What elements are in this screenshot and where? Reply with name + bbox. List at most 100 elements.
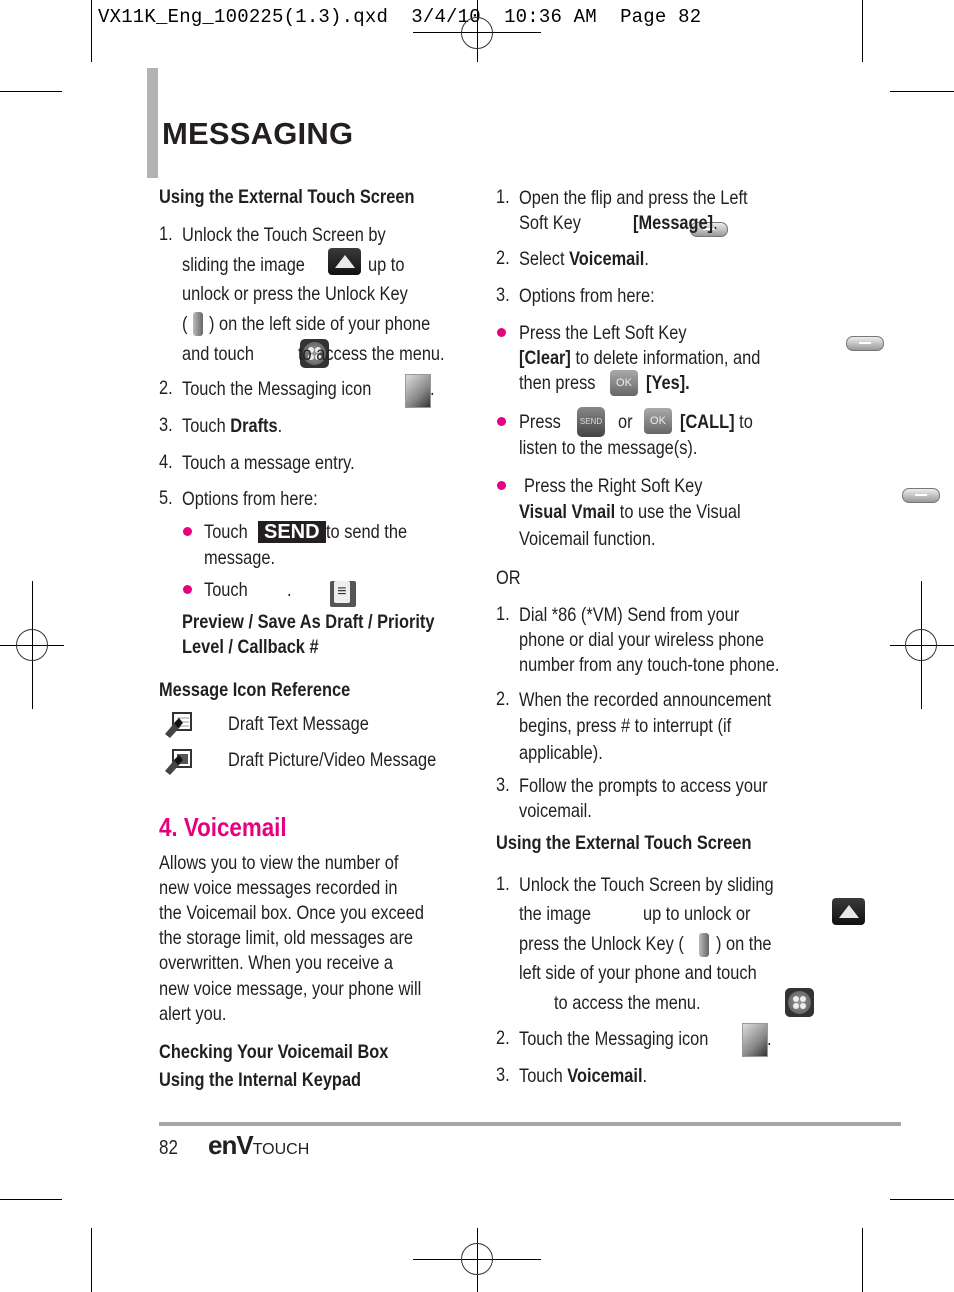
print-slug: VX11K_Eng_100225(1.3).qxd 3/4/10 10:36 A… [98,6,702,28]
registration-circle [16,629,48,661]
drafts-label: Drafts [230,415,278,437]
bullet-dot [497,328,506,337]
crop-mark [890,91,954,92]
call-label: [CALL] [680,411,735,433]
step-text: phone or dial your wireless phone [519,629,764,651]
message-label: [Message] [633,212,714,234]
step-number: 1. [496,603,510,625]
icon-ref-label: Draft Text Message [228,713,369,735]
step-text: [Message]. [633,211,718,236]
bullet-text: [CALL] to [680,410,753,435]
description-line: overwritten. When you receive a [159,952,393,974]
step-text: to access the menu. [554,992,701,1014]
step-text: number from any touch-tone phone. [519,654,780,676]
bullet-text-plain: to [734,411,753,433]
draft-text-message-icon [165,712,192,738]
punctuation: . [642,1065,648,1087]
send-softkey-label: SEND [258,521,326,543]
step-number: 2. [496,247,510,269]
step-text: Soft Key [519,212,581,234]
bullet-text: Press the Right Soft Key [524,475,703,497]
options-icon [329,580,356,607]
step-text: Unlock the Touch Screen by sliding [519,874,774,896]
footer-rule [159,1122,901,1126]
section-heading: Message Icon Reference [159,679,351,701]
step-text: Touch Voicemail. [519,1064,647,1089]
step-text: unlock or press the Unlock Key [182,283,408,305]
section-heading: Checking Your Voicemail Box [159,1041,389,1063]
crop-mark [0,1199,62,1200]
unlock-slide-icon [328,248,361,275]
clear-label: [Clear] [519,347,571,369]
step-number: 2. [159,377,173,399]
bullet-text: to send the [326,521,408,543]
menu-icon [785,988,815,1017]
step-text: press the Unlock Key ( [519,933,684,955]
options-list: Level / Callback # [182,636,319,658]
crop-mark [890,1199,954,1200]
description-line: the Voicemail box. Once you exceed [159,902,424,924]
send-key-icon: SEND [577,407,605,437]
step-text: ) on the [716,933,772,955]
or-label: OR [496,567,521,589]
left-soft-key-icon [845,336,884,351]
step-text: sliding the image [182,254,305,276]
punctuation: . [277,415,283,437]
step-text: up to [368,254,405,276]
messaging-icon [405,374,431,408]
step-text: ( [182,313,188,335]
crop-mark [91,1228,92,1292]
icon-ref-label: Draft Picture/Video Message [228,749,437,771]
brand-logo: enVTOUCH [208,1130,309,1161]
brand-suffix: TOUCH [252,1141,310,1158]
brand-name: enV [208,1130,254,1160]
visual-vmail-label: Visual Vmail [519,501,616,523]
section-heading: Using the Internal Keypad [159,1069,362,1091]
bullet-text-plain: to use the Visual [615,501,741,523]
crop-mark [862,0,863,62]
registration-circle [461,17,493,49]
section-heading: Using the External Touch Screen [159,186,415,208]
options-list: Preview / Save As Draft / Priority [182,611,435,633]
step-text: Options from here: [182,488,318,510]
crop-mark [0,91,62,92]
registration-circle [905,629,937,661]
crop-mark [862,1228,863,1292]
step-number: 3. [159,414,173,436]
description-line: alert you. [159,1003,227,1025]
voicemail-label: Voicemail [567,1065,643,1087]
ok-key-icon: OK [644,408,672,434]
step-number: 2. [496,688,510,710]
description-line: the storage limit, old messages are [159,927,414,949]
section-heading: Using the External Touch Screen [496,832,752,854]
step-text: applicable). [519,742,603,764]
yes-label: [Yes]. [646,372,690,394]
bullet-dot [183,585,192,594]
right-soft-key-icon [902,488,941,503]
step-text: Dial *86 (*VM) Send from your [519,604,740,626]
step-number: 3. [496,1064,510,1086]
step-number: 3. [496,284,510,306]
registration-circle [461,1243,493,1275]
ok-key-icon: OK [610,370,638,396]
crop-mark [91,0,92,62]
step-text: When the recorded announcement [519,689,772,711]
step-text: Touch a message entry. [182,452,355,474]
bullet-text: Visual Vmail to use the Visual [519,500,741,525]
bullet-text: then press [519,372,596,394]
step-text: Touch Drafts. [182,414,282,439]
bullet-dot [497,481,506,490]
step-text-plain: Touch [519,1065,568,1087]
punctuation: . [767,1028,772,1050]
step-number: 4. [159,451,173,473]
bullet-text: Press [519,411,561,433]
step-number: 2. [496,1027,510,1049]
step-text: the image [519,903,591,925]
description-line: new voice message, your phone will [159,978,422,1000]
bullet-text: Press the Left Soft Key [519,322,687,344]
step-text-plain: Select [519,248,570,270]
bullet-text: listen to the message(s). [519,437,698,459]
bullet-text-plain: to delete information, and [570,347,761,369]
description-line: Allows you to view the number of [159,852,399,874]
punctuation: . [287,579,292,601]
